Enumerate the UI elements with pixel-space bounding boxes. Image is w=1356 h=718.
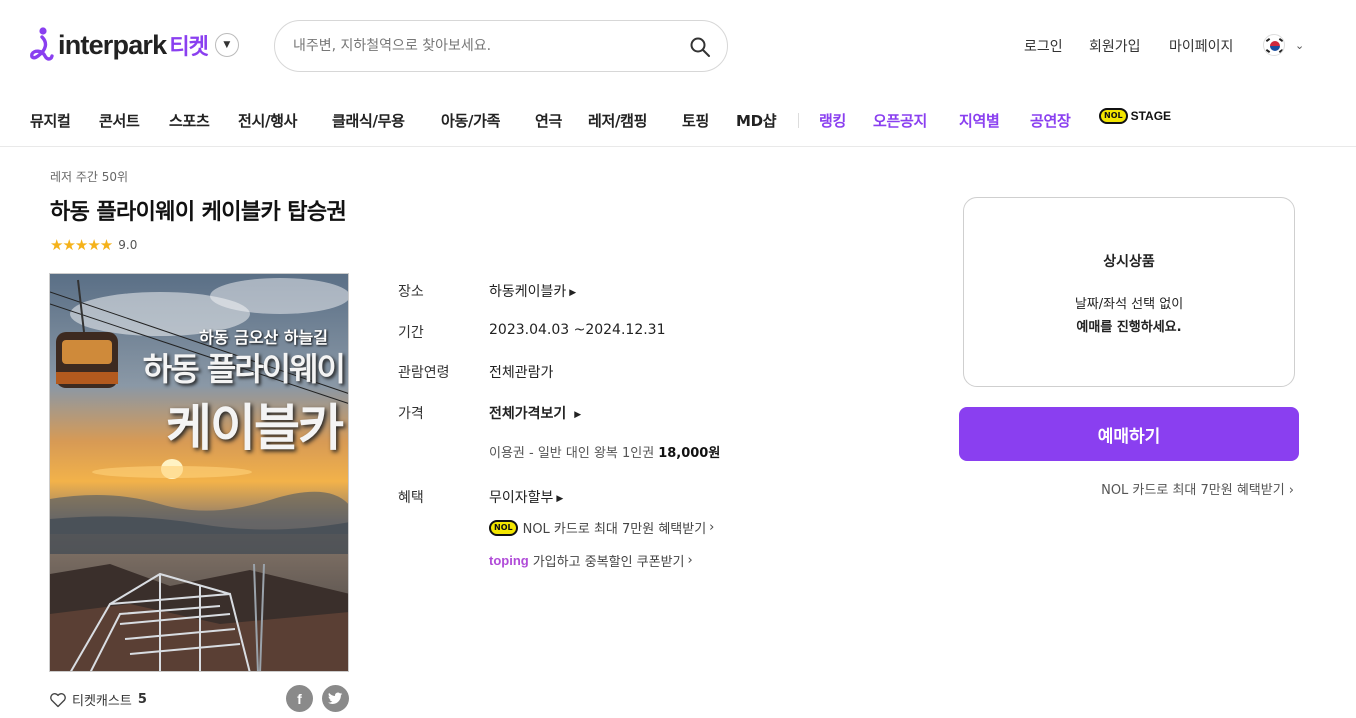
nav-concert[interactable]: 콘서트 — [99, 110, 140, 131]
place-label: 장소 — [398, 284, 424, 300]
nav-venue[interactable]: 공연장 — [1030, 110, 1071, 131]
language-selector[interactable]: ⌄ — [1263, 34, 1304, 56]
price-all-link[interactable]: 전체가격보기 ▶ — [489, 403, 581, 423]
price-item: 이용권 - 일반 대인 왕복 1인권 18,000원 — [489, 442, 720, 461]
nav-open-notice[interactable]: 오픈공지 — [873, 110, 927, 131]
chevron-down-icon: ⌄ — [1295, 38, 1305, 52]
triangle-right-icon: ▶ — [569, 288, 577, 298]
nav-ranking[interactable]: 랭킹 — [819, 110, 846, 131]
category-nav: 뮤지컬 콘서트 스포츠 전시/행사 클래식/무용 아동/가족 연극 레저/캠핑 … — [0, 92, 1356, 147]
poster-image[interactable]: 하동 금오산 하늘길 하동 플라이웨이 케이블카 — [49, 273, 349, 672]
mypage-link[interactable]: 마이페이지 — [1169, 36, 1233, 56]
age-label: 관람연령 — [398, 365, 450, 381]
installment-text: 무이자할부 — [489, 490, 554, 506]
breadcrumb[interactable]: 레저 주간 50위 — [50, 168, 128, 185]
installment-link[interactable]: 무이자할부 ▶ — [489, 487, 563, 507]
poster-title-1: 하동 플라이웨이 — [142, 350, 346, 388]
signup-link[interactable]: 회원가입 — [1089, 36, 1141, 56]
nol-badge: NOL — [1099, 108, 1128, 124]
toping-benefit-text: 가입하고 중복할인 쿠폰받기 — [532, 555, 685, 570]
place-value-text: 하동케이블카 — [489, 284, 567, 300]
nav-sports[interactable]: 스포츠 — [169, 110, 210, 131]
nav-mdshop[interactable]: MD샵 — [736, 110, 777, 131]
nol-card-link[interactable]: NOL 카드로 최대 7만원 혜택받기 › — [1000, 479, 1294, 498]
ticketcast-button[interactable]: 티켓캐스트 5 — [49, 690, 147, 709]
logo-mark-icon — [30, 27, 54, 61]
nav-divider — [798, 113, 799, 128]
place-value[interactable]: 하동케이블카 ▶ — [489, 281, 576, 301]
booking-box-line2: 예매를 진행하세요. — [1076, 320, 1182, 335]
nav-classic[interactable]: 클래식/무용 — [332, 110, 405, 131]
korea-flag-icon — [1263, 34, 1285, 56]
nav-toping[interactable]: 토핑 — [682, 110, 709, 131]
page-title: 하동 플라이웨이 케이블카 탑승권 — [50, 200, 347, 225]
nav-kids[interactable]: 아동/가족 — [441, 110, 500, 131]
nav-play[interactable]: 연극 — [535, 110, 562, 131]
search-icon[interactable] — [689, 36, 711, 58]
chevron-down-icon[interactable]: ▼ — [214, 33, 239, 57]
nav-leisure[interactable]: 레저/캠핑 — [588, 110, 647, 131]
nav-region[interactable]: 지역별 — [959, 110, 1000, 131]
login-link[interactable]: 로그인 — [1024, 36, 1063, 56]
search-bar — [274, 20, 728, 72]
price-amount: 18,000원 — [658, 446, 721, 461]
star-rating-icon: ★★★★★ — [50, 236, 113, 254]
rating: ★★★★★ 9.0 — [50, 236, 137, 254]
price-item-name: 이용권 - 일반 대인 왕복 1인권 — [489, 446, 655, 461]
nav-exhibition[interactable]: 전시/행사 — [238, 110, 297, 131]
ticketcast-count: 5 — [137, 692, 147, 707]
facebook-icon[interactable]: f — [286, 685, 313, 712]
book-button[interactable]: 예매하기 — [959, 407, 1299, 461]
period-value: 2023.04.03 ~2024.12.31 — [489, 322, 666, 338]
nol-benefit-text: NOL 카드로 최대 7만원 혜택받기 — [522, 522, 707, 537]
ticketcast-label: 티켓캐스트 — [72, 694, 132, 709]
nav-musical[interactable]: 뮤지컬 — [30, 110, 71, 131]
twitter-icon[interactable] — [322, 685, 349, 712]
price-label: 가격 — [398, 406, 424, 422]
stage-label: STAGE — [1130, 109, 1172, 123]
age-value: 전체관람가 — [489, 365, 554, 381]
triangle-right-icon: ▶ — [574, 410, 582, 420]
benefit-label: 혜택 — [398, 490, 424, 506]
triangle-right-icon: ▶ — [556, 494, 564, 504]
logo-text: interpark — [58, 29, 167, 60]
period-label: 기간 — [398, 325, 424, 341]
search-input[interactable] — [293, 35, 673, 57]
booking-box-line1: 날짜/좌석 선택 없이 — [1074, 297, 1184, 312]
toping-coupon-link[interactable]: toping 가입하고 중복할인 쿠폰받기 › — [489, 551, 693, 570]
booking-box: 상시상품 날짜/좌석 선택 없이 예매를 진행하세요. — [963, 197, 1295, 387]
header: interpark 티켓 ▼ 로그인 회원가입 마이페이지 ⌄ — [0, 0, 1356, 92]
heart-icon — [50, 692, 66, 707]
logo[interactable]: interpark 티켓 ▼ — [28, 26, 239, 64]
booking-box-title: 상시상품 — [1103, 254, 1155, 270]
chevron-right-icon: › — [709, 520, 715, 535]
bird-icon — [328, 692, 343, 704]
nol-stage-link[interactable]: NOL STAGE — [1099, 108, 1171, 124]
toping-logo: toping — [489, 553, 529, 568]
nol-badge: NOL — [489, 519, 518, 536]
nol-card-benefit-link[interactable]: NOL NOL 카드로 최대 7만원 혜택받기 › — [489, 518, 714, 537]
rating-value: 9.0 — [118, 238, 138, 252]
poster-title-2: 케이블카 — [166, 399, 344, 457]
price-all-text: 전체가격보기 — [489, 406, 567, 422]
logo-ticket-text: 티켓 — [169, 35, 208, 60]
chevron-right-icon: › — [687, 553, 693, 568]
